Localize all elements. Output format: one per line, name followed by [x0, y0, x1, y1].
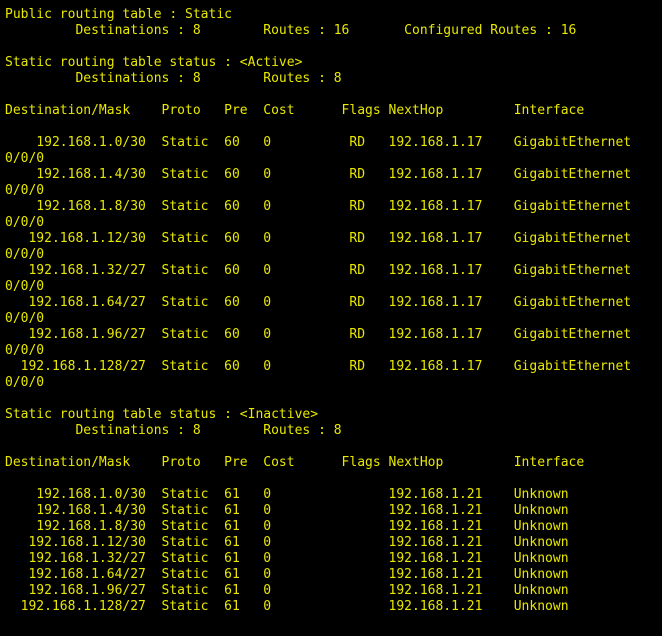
terminal-line: 0/0/0 [5, 183, 45, 198]
terminal-line: 192.168.1.32/27 Static 60 0 RD 192.168.1… [5, 263, 632, 278]
terminal-line: 0/0/0 [5, 343, 45, 358]
terminal-line: 192.168.1.8/30 Static 60 0 RD 192.168.1.… [5, 199, 632, 214]
terminal-line: Public routing table : Static [5, 7, 232, 22]
terminal-line: 192.168.1.96/27 Static 60 0 RD 192.168.1… [5, 327, 632, 342]
terminal-line: 0/0/0 [5, 375, 45, 390]
terminal-line: 0/0/0 [5, 151, 45, 166]
terminal-line: Destinations : 8 Routes : 16 Configured … [5, 23, 577, 38]
terminal-line: 192.168.1.12/30 Static 60 0 RD 192.168.1… [5, 231, 632, 246]
terminal-line: Destinations : 8 Routes : 8 [5, 423, 342, 438]
terminal-line: 0/0/0 [5, 247, 45, 262]
terminal-line: 192.168.1.128/27 Static 61 0 192.168.1.2… [5, 599, 569, 614]
terminal-line: 192.168.1.8/30 Static 61 0 192.168.1.21 … [5, 519, 569, 534]
terminal-line: 0/0/0 [5, 279, 45, 294]
terminal-line: 192.168.1.96/27 Static 61 0 192.168.1.21… [5, 583, 569, 598]
terminal-line: 0/0/0 [5, 311, 45, 326]
terminal-line: 192.168.1.0/30 Static 60 0 RD 192.168.1.… [5, 135, 632, 150]
terminal-line: Static routing table status : <Inactive> [5, 407, 319, 422]
terminal-line: 192.168.1.128/27 Static 60 0 RD 192.168.… [5, 359, 632, 374]
terminal-line: Destinations : 8 Routes : 8 [5, 71, 342, 86]
terminal-line: 192.168.1.0/30 Static 61 0 192.168.1.21 … [5, 487, 569, 502]
terminal-output: Public routing table : Static Destinatio… [5, 7, 662, 615]
terminal-line: 192.168.1.32/27 Static 61 0 192.168.1.21… [5, 551, 569, 566]
terminal-line: Static routing table status : <Active> [5, 55, 303, 70]
terminal-line: Destination/Mask Proto Pre Cost Flags Ne… [5, 455, 585, 470]
terminal-line: 192.168.1.4/30 Static 60 0 RD 192.168.1.… [5, 167, 632, 182]
terminal-line: 0/0/0 [5, 215, 45, 230]
terminal-window[interactable]: Public routing table : Static Destinatio… [0, 0, 662, 636]
terminal-line: 192.168.1.64/27 Static 61 0 192.168.1.21… [5, 567, 569, 582]
terminal-line: 192.168.1.4/30 Static 61 0 192.168.1.21 … [5, 503, 569, 518]
terminal-line: 192.168.1.12/30 Static 61 0 192.168.1.21… [5, 535, 569, 550]
terminal-line: Destination/Mask Proto Pre Cost Flags Ne… [5, 103, 585, 118]
terminal-line: 192.168.1.64/27 Static 60 0 RD 192.168.1… [5, 295, 632, 310]
